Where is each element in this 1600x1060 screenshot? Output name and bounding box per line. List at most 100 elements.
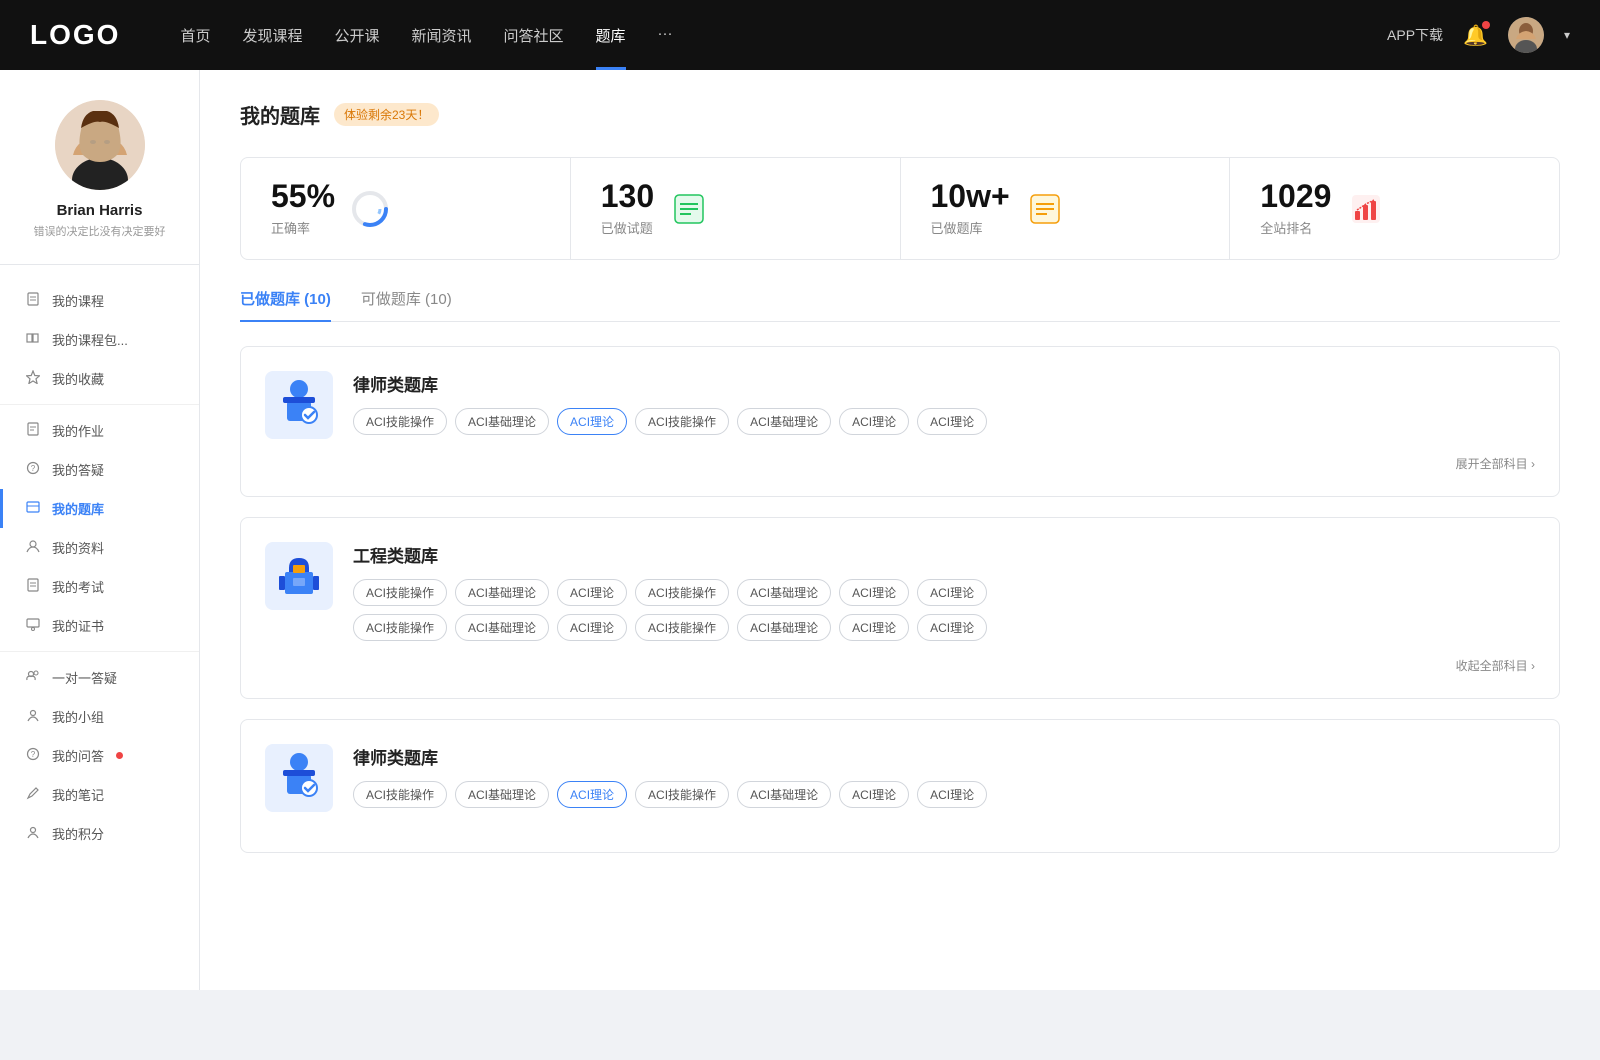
tag-1-4[interactable]: ACI技能操作 — [635, 408, 729, 435]
done-b-icon — [1026, 190, 1064, 228]
qbank-card-engineer: 工程类题库 ACI技能操作 ACI基础理论 ACI理论 ACI技能操作 ACI基… — [240, 517, 1560, 699]
tag-2-5[interactable]: ACI基础理论 — [737, 579, 831, 606]
tag-2-8[interactable]: ACI技能操作 — [353, 614, 447, 641]
sidebar-label-profile: 我的资料 — [52, 538, 104, 557]
tag-3-6[interactable]: ACI理论 — [839, 781, 909, 808]
tag-1-1[interactable]: ACI技能操作 — [353, 408, 447, 435]
tag-2-1[interactable]: ACI技能操作 — [353, 579, 447, 606]
page-header: 我的题库 体验剩余23天！ — [240, 100, 1560, 129]
nav-link-qa[interactable]: 问答社区 — [504, 25, 564, 46]
profile-motto: 错误的决定比没有决定要好 — [20, 225, 179, 240]
nav-link-discover[interactable]: 发现课程 — [242, 25, 302, 46]
stat-done-questions: 130 已做试题 — [571, 158, 901, 259]
profile-avatar-image — [55, 100, 145, 190]
tag-3-1[interactable]: ACI技能操作 — [353, 781, 447, 808]
notification-bell[interactable]: 🔔 — [1463, 23, 1488, 48]
sidebar-item-certificate[interactable]: 我的证书 — [0, 606, 199, 645]
nav-link-open[interactable]: 公开课 — [334, 25, 379, 46]
tab-available-banks[interactable]: 可做题库 (10) — [361, 288, 452, 321]
stat-done-b-value: 10w+ — [931, 180, 1010, 212]
divider-2 — [0, 651, 199, 652]
tag-2-14[interactable]: ACI理论 — [917, 614, 987, 641]
svg-text:?: ? — [31, 750, 36, 759]
sidebar-item-qa[interactable]: ? 我的答疑 — [0, 450, 199, 489]
tag-1-5[interactable]: ACI基础理论 — [737, 408, 831, 435]
expand-button-1[interactable]: 展开全部科目 › — [1456, 455, 1535, 472]
course-icon — [24, 292, 42, 309]
qbank-footer-1: 展开全部科目 › — [265, 455, 1535, 472]
sidebar-label-exam: 我的考试 — [52, 577, 104, 596]
page-title: 我的题库 — [240, 100, 320, 129]
sidebar: Brian Harris 错误的决定比没有决定要好 我的课程 我的课程包... — [0, 70, 200, 990]
tag-1-2[interactable]: ACI基础理论 — [455, 408, 549, 435]
sidebar-item-course-package[interactable]: 我的课程包... — [0, 320, 199, 359]
main-layout: Brian Harris 错误的决定比没有决定要好 我的课程 我的课程包... — [0, 70, 1600, 990]
tag-2-2[interactable]: ACI基础理论 — [455, 579, 549, 606]
tab-done-banks[interactable]: 已做题库 (10) — [240, 288, 331, 321]
tag-1-3[interactable]: ACI理论 — [557, 408, 627, 435]
tag-2-13[interactable]: ACI理论 — [839, 614, 909, 641]
sidebar-label-notes: 我的笔记 — [52, 785, 104, 804]
tag-2-9[interactable]: ACI基础理论 — [455, 614, 549, 641]
tag-3-2[interactable]: ACI基础理论 — [455, 781, 549, 808]
profile-avatar[interactable] — [55, 100, 145, 190]
nav-link-home[interactable]: 首页 — [180, 25, 210, 46]
sidebar-item-my-qa[interactable]: ? 我的问答 — [0, 736, 199, 775]
qbank-tags-2-row2: ACI技能操作 ACI基础理论 ACI理论 ACI技能操作 ACI基础理论 AC… — [353, 614, 1535, 641]
tag-2-3[interactable]: ACI理论 — [557, 579, 627, 606]
stat-accuracy-label: 正确率 — [271, 218, 335, 237]
sidebar-label-my-course: 我的课程 — [52, 291, 104, 310]
sidebar-item-points[interactable]: 我的积分 — [0, 814, 199, 853]
sidebar-item-favorites[interactable]: 我的收藏 — [0, 359, 199, 398]
sidebar-item-group[interactable]: 我的小组 — [0, 697, 199, 736]
navbar: LOGO 首页 发现课程 公开课 新闻资讯 问答社区 题库 ··· APP下载 … — [0, 0, 1600, 70]
nav-links: 首页 发现课程 公开课 新闻资讯 问答社区 题库 ··· — [180, 25, 1387, 46]
tag-3-3[interactable]: ACI理论 — [557, 781, 627, 808]
profile-name: Brian Harris — [20, 202, 179, 219]
avatar[interactable] — [1508, 17, 1544, 53]
stat-done-b-label: 已做题库 — [931, 218, 1010, 237]
nav-link-more[interactable]: ··· — [658, 25, 673, 46]
homework-icon — [24, 422, 42, 439]
tag-2-11[interactable]: ACI技能操作 — [635, 614, 729, 641]
sidebar-menu: 我的课程 我的课程包... 我的收藏 我的作业 — [0, 265, 199, 869]
tag-2-12[interactable]: ACI基础理论 — [737, 614, 831, 641]
stat-accuracy-text: 55% 正确率 — [271, 180, 335, 237]
nav-link-qbank[interactable]: 题库 — [596, 25, 626, 46]
tag-1-7[interactable]: ACI理论 — [917, 408, 987, 435]
tag-2-7[interactable]: ACI理论 — [917, 579, 987, 606]
qbank-icon — [24, 500, 42, 517]
stat-done-b-text: 10w+ 已做题库 — [931, 180, 1010, 237]
divider-1 — [0, 404, 199, 405]
sidebar-item-homework[interactable]: 我的作业 — [0, 411, 199, 450]
sidebar-item-qbank[interactable]: 我的题库 — [0, 489, 199, 528]
collapse-button-2[interactable]: 收起全部科目 › — [1456, 657, 1535, 674]
sidebar-item-exam[interactable]: 我的考试 — [0, 567, 199, 606]
dropdown-arrow-icon[interactable]: ▾ — [1564, 28, 1570, 42]
my-qa-icon: ? — [24, 747, 42, 764]
sidebar-item-notes[interactable]: 我的笔记 — [0, 775, 199, 814]
tag-3-7[interactable]: ACI理论 — [917, 781, 987, 808]
stat-done-banks: 10w+ 已做题库 — [901, 158, 1231, 259]
logo[interactable]: LOGO — [30, 19, 120, 51]
sidebar-item-profile[interactable]: 我的资料 — [0, 528, 199, 567]
sidebar-label-homework: 我的作业 — [52, 421, 104, 440]
nav-link-news[interactable]: 新闻资讯 — [412, 25, 472, 46]
tag-2-4[interactable]: ACI技能操作 — [635, 579, 729, 606]
accuracy-icon — [351, 190, 389, 228]
qbank-card-lawyer-1: 律师类题库 ACI技能操作 ACI基础理论 ACI理论 ACI技能操作 ACI基… — [240, 346, 1560, 497]
exam-icon — [24, 578, 42, 595]
tag-3-5[interactable]: ACI基础理论 — [737, 781, 831, 808]
svg-text:?: ? — [31, 464, 36, 473]
done-q-icon — [670, 190, 708, 228]
app-download-button[interactable]: APP下载 — [1387, 25, 1443, 45]
tag-2-10[interactable]: ACI理论 — [557, 614, 627, 641]
tag-2-6[interactable]: ACI理论 — [839, 579, 909, 606]
sidebar-item-one-on-one[interactable]: 一对一答疑 — [0, 658, 199, 697]
tag-3-4[interactable]: ACI技能操作 — [635, 781, 729, 808]
qbank-engineer-icon — [265, 542, 333, 610]
sidebar-label-points: 我的积分 — [52, 824, 104, 843]
sidebar-item-my-course[interactable]: 我的课程 — [0, 281, 199, 320]
stat-done-q-value: 130 — [601, 180, 654, 212]
tag-1-6[interactable]: ACI理论 — [839, 408, 909, 435]
